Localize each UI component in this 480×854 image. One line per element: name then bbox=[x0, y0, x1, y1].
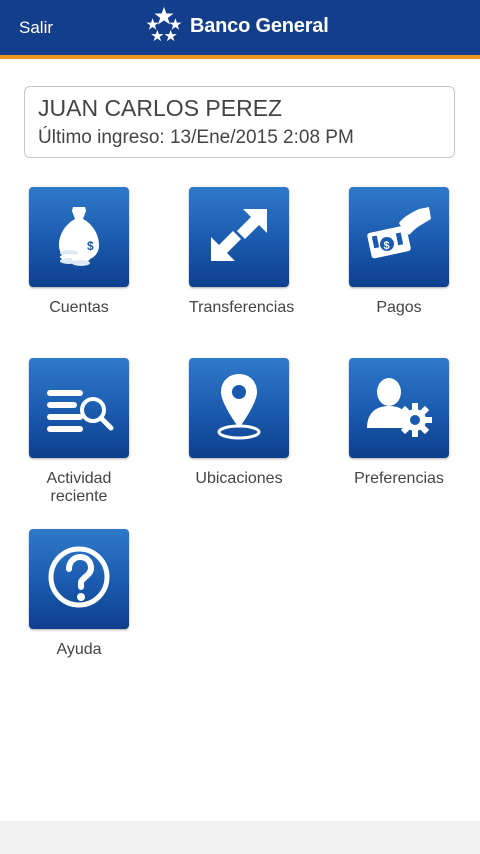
tile-label: Ayuda bbox=[56, 641, 102, 658]
menu-tile-ubicaciones[interactable]: Ubicaciones bbox=[189, 358, 291, 488]
transfer-arrows-icon bbox=[199, 195, 279, 280]
last-login-text: Último ingreso: 13/Ene/2015 2:08 PM bbox=[38, 127, 354, 148]
tile-label: Cuentas bbox=[49, 299, 109, 316]
svg-text:$: $ bbox=[87, 239, 94, 253]
activity-search-icon bbox=[39, 366, 119, 451]
menu-tile-cuentas[interactable]: $ Cuentas bbox=[29, 187, 131, 317]
menu-tile-transferencias[interactable]: Transferencias bbox=[189, 187, 295, 317]
location-pin-icon bbox=[199, 366, 279, 451]
header-accent-stripe bbox=[0, 55, 480, 59]
star-cluster-icon bbox=[145, 5, 183, 48]
top-bar: Salir Banco General bbox=[0, 0, 480, 55]
user-name: JUAN CARLOS PEREZ bbox=[38, 95, 283, 121]
svg-text:$: $ bbox=[384, 240, 390, 252]
tile-label: Actividad reciente bbox=[46, 470, 112, 505]
bottom-bar bbox=[0, 821, 480, 854]
menu-tile-preferencias[interactable]: Preferencias bbox=[349, 358, 451, 488]
tile-label: Transferencias bbox=[189, 299, 295, 316]
user-info-card: JUAN CARLOS PEREZ Último ingreso: 13/Ene… bbox=[24, 86, 455, 158]
user-settings-icon bbox=[359, 366, 439, 451]
hand-payment-icon: $ bbox=[359, 195, 439, 280]
tile-label: Pagos bbox=[376, 299, 422, 316]
menu-tile-actividad-reciente[interactable]: Actividad reciente bbox=[29, 358, 131, 506]
logout-button[interactable]: Salir bbox=[19, 18, 53, 38]
menu-tile-pagos[interactable]: $ Pagos bbox=[349, 187, 451, 317]
help-icon bbox=[39, 537, 119, 622]
tile-label: Preferencias bbox=[354, 470, 444, 487]
brand-name: Banco General bbox=[190, 14, 329, 37]
menu-tile-ayuda[interactable]: Ayuda bbox=[29, 529, 131, 659]
tile-label: Ubicaciones bbox=[195, 470, 283, 487]
brand-logo: Banco General bbox=[145, 6, 329, 46]
money-bag-icon: $ bbox=[39, 195, 119, 280]
